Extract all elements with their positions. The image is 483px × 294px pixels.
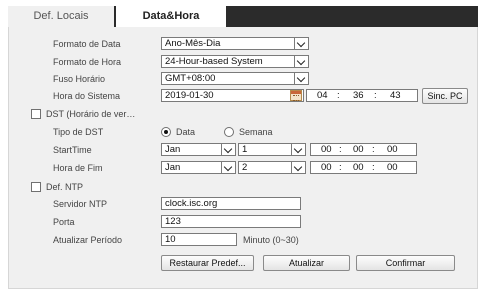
dst-end-time-input[interactable]: 00 : 00 : 00	[310, 161, 417, 174]
time-separator: :	[374, 90, 377, 101]
dst-start-day-select[interactable]: 1	[238, 143, 306, 156]
system-minute[interactable]: 36	[353, 90, 364, 101]
dst-start-minute[interactable]: 00	[353, 144, 364, 155]
ntp-label: Def. NTP	[46, 182, 84, 192]
time-format-select[interactable]: 24-Hour-based System	[161, 55, 309, 68]
ntp-server-input[interactable]: clock.isc.org	[161, 197, 301, 210]
date-format-label: Formato de Data	[53, 39, 121, 49]
dst-start-hour[interactable]: 00	[321, 144, 332, 155]
time-separator: :	[339, 162, 342, 173]
dst-start-month-select[interactable]: Jan	[161, 143, 236, 156]
system-hour[interactable]: 04	[317, 90, 328, 101]
ntp-port-input[interactable]: 123	[161, 215, 301, 228]
dst-type-week-radio[interactable]	[224, 127, 234, 137]
dst-end-day-value: 2	[242, 162, 248, 173]
time-separator: :	[372, 144, 375, 155]
update-period-unit: Minuto (0~30)	[243, 235, 299, 245]
tab-local-settings[interactable]: Def. Locais	[8, 6, 114, 27]
dst-type-date-radio[interactable]	[161, 127, 171, 137]
confirm-button[interactable]: Confirmar	[356, 255, 455, 271]
date-format-select[interactable]: Ano-Mês-Dia	[161, 37, 309, 50]
time-format-value: 24-Hour-based System	[165, 56, 263, 67]
dst-end-hour[interactable]: 00	[321, 162, 332, 173]
calendar-icon[interactable]	[290, 90, 302, 101]
dst-start-day-value: 1	[242, 144, 248, 155]
system-second[interactable]: 43	[390, 90, 401, 101]
dst-end-month-value: Jan	[165, 162, 181, 173]
dst-start-month-value: Jan	[165, 144, 181, 155]
dst-end-second[interactable]: 00	[387, 162, 398, 173]
sync-pc-button[interactable]: Sinc. PC	[422, 88, 468, 104]
chevron-down-icon	[221, 162, 235, 173]
dst-start-label: StartTime	[53, 145, 92, 155]
date-format-value: Ano-Mês-Dia	[165, 38, 221, 49]
update-period-label: Atualizar Período	[53, 235, 123, 245]
dst-start-time-input[interactable]: 00 : 00 : 00	[310, 143, 417, 156]
dst-type-label: Tipo de DST	[53, 127, 104, 137]
restore-defaults-button[interactable]: Restaurar Predef...	[161, 255, 254, 271]
ntp-port-label: Porta	[53, 217, 75, 227]
system-date-input[interactable]: 2019-01-30	[161, 89, 304, 102]
update-period-input[interactable]: 10	[161, 233, 237, 246]
chevron-down-icon	[294, 56, 308, 67]
dst-end-month-select[interactable]: Jan	[161, 161, 236, 174]
system-time-label: Hora do Sistema	[53, 91, 121, 101]
chevron-down-icon	[221, 144, 235, 155]
time-format-label: Formato de Hora	[53, 57, 122, 67]
dst-type-date-label: Data	[176, 127, 196, 137]
dst-end-minute[interactable]: 00	[353, 162, 364, 173]
refresh-button[interactable]: Atualizar	[263, 255, 350, 271]
ntp-server-label: Servidor NTP	[53, 199, 108, 209]
dst-label: DST (Horário de ver…	[46, 109, 136, 119]
chevron-down-icon	[294, 73, 308, 84]
tab-date-time[interactable]: Data&Hora	[116, 6, 226, 27]
timezone-select[interactable]: GMT+08:00	[161, 72, 309, 85]
dst-end-label: Hora de Fim	[53, 163, 103, 173]
ntp-checkbox[interactable]	[31, 182, 41, 192]
chevron-down-icon	[291, 144, 305, 155]
tab-bar: Def. Locais Data&Hora	[8, 6, 478, 27]
chevron-down-icon	[291, 162, 305, 173]
date-time-panel: Formato de Data Ano-Mês-Dia Formato de H…	[8, 27, 478, 289]
system-time-input[interactable]: 04 : 36 : 43	[306, 89, 418, 102]
dst-checkbox[interactable]	[31, 109, 41, 119]
timezone-label: Fuso Horário	[53, 74, 106, 84]
time-separator: :	[339, 144, 342, 155]
dst-type-week-label: Semana	[239, 127, 273, 137]
dst-end-day-select[interactable]: 2	[238, 161, 306, 174]
timezone-value: GMT+08:00	[165, 73, 216, 84]
time-separator: :	[337, 90, 340, 101]
time-separator: :	[372, 162, 375, 173]
chevron-down-icon	[294, 38, 308, 49]
dst-start-second[interactable]: 00	[387, 144, 398, 155]
